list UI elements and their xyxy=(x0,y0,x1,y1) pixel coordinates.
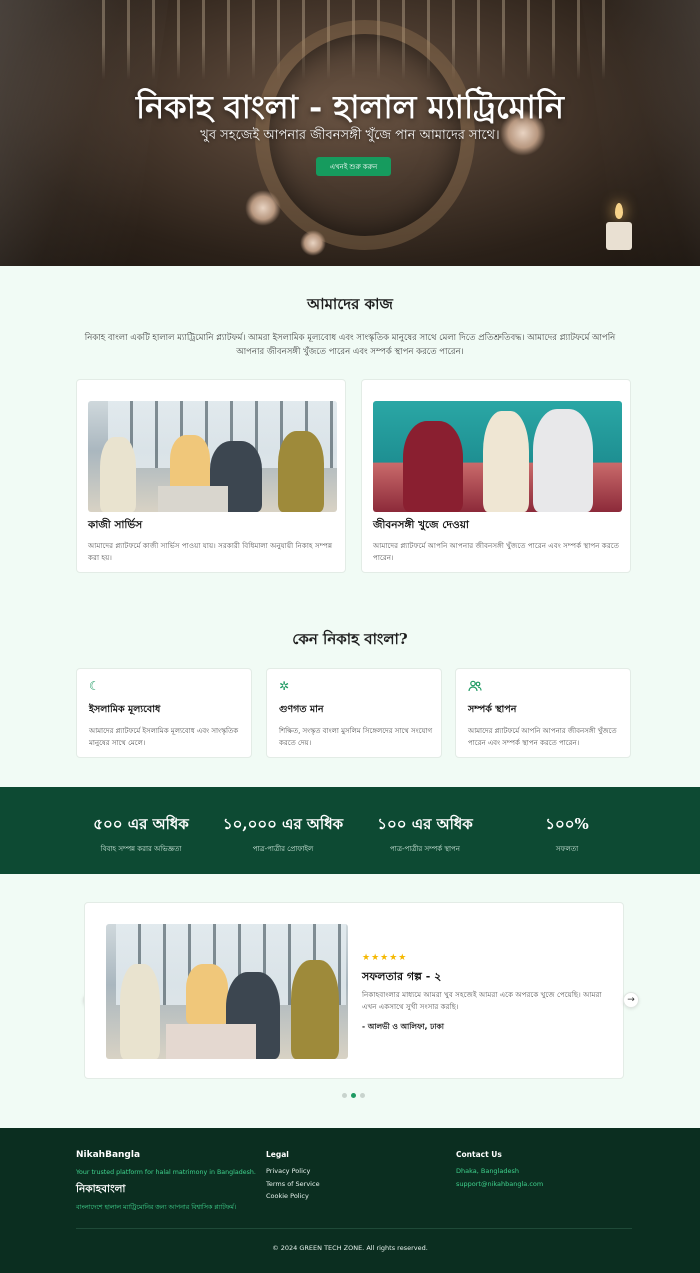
footer-brand-bengali: নিকাহবাংলা xyxy=(76,1183,126,1195)
service-card-partner: জীবনসঙ্গী খুজে দেওয়া আমাদের প্ল্যাটফর্ম… xyxy=(361,379,631,573)
feature-text: শিক্ষিত, সংস্কৃত বাংলা মুসলিম সিঙ্গেলদের… xyxy=(279,727,433,747)
testimonial-author: - আলভী ও আলিফা, ঢাকা xyxy=(362,1022,444,1031)
contact-email-link[interactable]: support@nikahbangla.com xyxy=(456,1180,543,1188)
why-section-title: কেন নিকাহ বাংলা? xyxy=(292,630,408,648)
stat-label: বিবাহ সম্পন্ন করার অভিজ্ঞতা xyxy=(100,845,182,853)
card-text: আমাদের প্ল্যাটফর্মে আপনি আপনার জীবনসঙ্গী… xyxy=(373,541,620,562)
carousel-dot-active[interactable] xyxy=(351,1093,356,1098)
testimonial-photo xyxy=(106,924,348,1059)
feature-text: আমাদের প্ল্যাটফর্মে আপনি আপনার জীবনসঙ্গী… xyxy=(468,727,617,747)
candle-decoration xyxy=(606,222,632,250)
carousel-next-button[interactable]: → xyxy=(623,992,639,1008)
users-icon xyxy=(468,679,482,693)
testimonial-text: নিকাহবাংলার মাধ্যমে আমরা খুব সহজেই আমরা … xyxy=(362,990,602,1011)
feature-relationship: সম্পর্ক স্থাপন আমাদের প্ল্যাটফর্মে আপনি … xyxy=(455,668,631,758)
testimonial-title: সফলতার গল্প - ২ xyxy=(362,970,442,983)
footer-tagline: Your trusted platform for halal matrimon… xyxy=(76,1169,256,1176)
carousel-dot[interactable] xyxy=(342,1093,347,1098)
stat-item: ১০,০০০ এর অধিক পাত্র-পাত্রীর প্রোফাইল xyxy=(203,813,363,855)
flower-decoration xyxy=(245,190,281,226)
sparkles-icon: ✲ xyxy=(279,679,290,693)
hero-banner: নিকাহ বাংলা - হালাল ম্যাট্রিমোনি খুব সহজ… xyxy=(0,0,700,266)
moon-icon: ☾ xyxy=(89,679,100,693)
stat-value: ১০,০০০ এর অধিক xyxy=(222,815,344,833)
feature-text: আমাদের প্ল্যাটফর্মে ইসলামিক মূল্যবোধ এবং… xyxy=(89,727,239,747)
footer-legal-heading: Legal xyxy=(266,1150,289,1159)
footer-divider xyxy=(76,1228,632,1229)
rating-stars: ★★★★★ xyxy=(362,953,408,963)
stat-label: সফলতা xyxy=(555,845,579,853)
stat-value: ১০০ এর অধিক xyxy=(377,815,473,833)
stats-band: ৫০০ এর অধিক বিবাহ সম্পন্ন করার অভিজ্ঞতা … xyxy=(0,787,700,874)
contact-location: Dhaka, Bangladesh xyxy=(456,1167,519,1175)
flower-decoration xyxy=(300,230,326,256)
card-title: কাজী সার্ভিস xyxy=(88,519,143,531)
feature-title: ইসলামিক মূল্যবোধ xyxy=(89,704,161,715)
feature-quality: ✲ গুণগত মান শিক্ষিত, সংস্কৃত বাংলা মুসলি… xyxy=(266,668,442,758)
testimonial-card: ★★★★★ সফলতার গল্প - ২ নিকাহবাংলার মাধ্যম… xyxy=(84,902,624,1079)
site-footer: NikahBangla Your trusted platform for ha… xyxy=(0,1128,700,1273)
get-started-button[interactable]: এখনই শুরু করুন xyxy=(316,157,391,176)
stat-item: ১০০ এর অধিক পাত্র-পাত্রীর সম্পর্ক স্থাপন xyxy=(345,813,505,855)
feature-title: গুণগত মান xyxy=(279,704,324,715)
stat-item: ৫০০ এর অধিক বিবাহ সম্পন্ন করার অভিজ্ঞতা xyxy=(61,813,221,855)
card-title: জীবনসঙ্গী খুজে দেওয়া xyxy=(373,519,469,531)
hero-subtitle: খুব সহজেই আপনার জীবনসঙ্গী খুঁজে পান আমাদ… xyxy=(200,128,500,143)
carousel-dot[interactable] xyxy=(360,1093,365,1098)
stat-value: ৫০০ এর অধিক xyxy=(93,815,189,833)
stat-label: পাত্র-পাত্রীর প্রোফাইল xyxy=(252,845,314,853)
privacy-policy-link[interactable]: Privacy Policy xyxy=(266,1167,310,1175)
work-section-title: আমাদের কাজ xyxy=(307,295,393,313)
copyright-text: © 2024 GREEN TECH ZONE. All rights reser… xyxy=(272,1244,428,1252)
candle-flame xyxy=(615,203,623,219)
feature-title: সম্পর্ক স্থাপন xyxy=(468,704,517,715)
stat-label: পাত্র-পাত্রীর সম্পর্ক স্থাপন xyxy=(390,845,460,853)
stat-value: ১০০% xyxy=(545,815,589,833)
footer-brand: NikahBangla xyxy=(76,1150,141,1160)
stat-item: ১০০% সফলতা xyxy=(487,813,647,855)
service-card-kazi: কাজী সার্ভিস আমাদের প্ল্যাটফর্মে কাজী সা… xyxy=(76,379,346,573)
terms-of-service-link[interactable]: Terms of Service xyxy=(266,1180,320,1188)
card-text: আমাদের প্ল্যাটফর্মে কাজী সার্ভিস পাওয়া … xyxy=(88,541,333,562)
kazi-service-photo xyxy=(88,401,337,512)
feature-islamic-values: ☾ ইসলামিক মূল্যবোধ আমাদের প্ল্যাটফর্মে ই… xyxy=(76,668,252,758)
footer-contact-heading: Contact Us xyxy=(456,1150,502,1159)
cookie-policy-link[interactable]: Cookie Policy xyxy=(266,1192,309,1200)
footer-tagline-bengali: বাংলাদেশে হালাল ম্যাট্রিমোনির জন্য আপনার… xyxy=(76,1204,237,1211)
partner-search-photo xyxy=(373,401,622,512)
work-intro: নিকাহ বাংলা একটি হালাল ম্যাট্রিমোনি প্ল্… xyxy=(84,333,616,357)
